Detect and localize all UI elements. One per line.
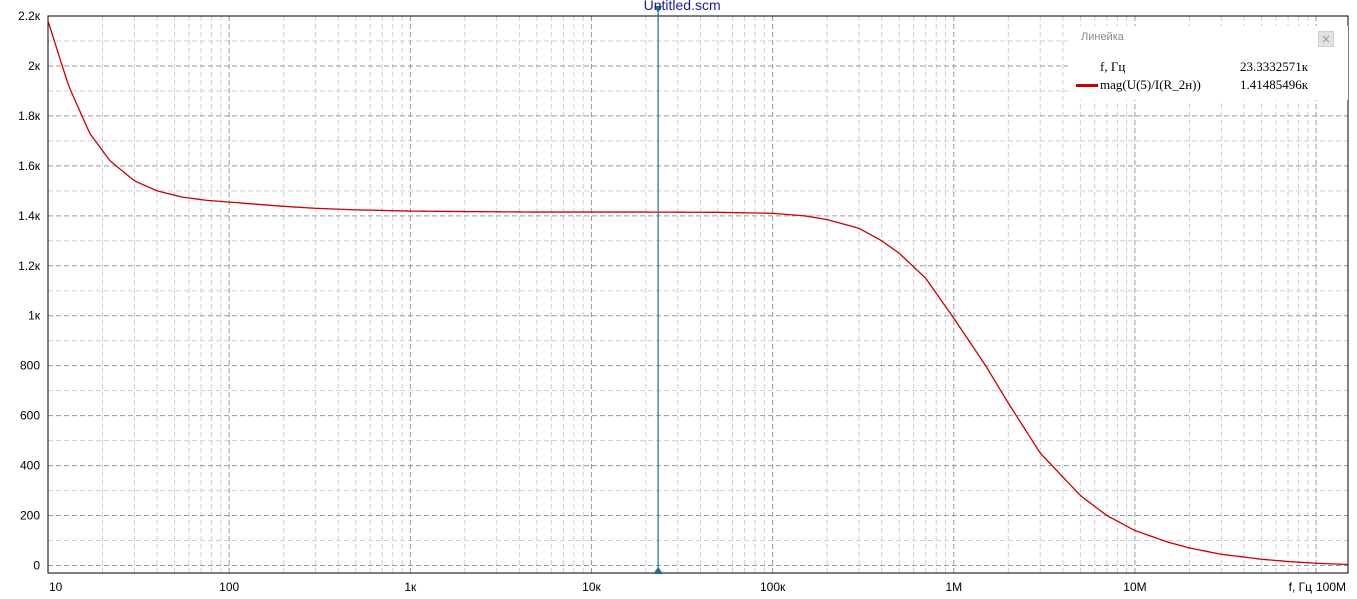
y-tick-label: 600: [20, 409, 40, 423]
y-tick-label: 1.4к: [18, 209, 41, 223]
x-tick-label: 1к: [404, 580, 417, 594]
x-tick-label: 100к: [760, 580, 786, 594]
series-group: [47, 20, 1349, 566]
x-tick-label: 1М: [945, 580, 962, 594]
x-tick-label: 10М: [1123, 580, 1146, 594]
y-tick-label: 1.2к: [18, 259, 41, 273]
y-tick-labels: 0 200 400 600 800 1к 1.2к 1.4к 1.6к 1.8к 2к 2.2к: [18, 9, 41, 573]
x-tick-label: 10к: [582, 580, 601, 594]
y-tick-label: 2.2к: [18, 9, 41, 23]
y-tick-label: 1.8к: [18, 109, 41, 123]
x-tick-labels: 10 100 1к 10к 100к 1М 10М 100Мf, Гц: [49, 580, 1346, 594]
ruler-row-series: mag(U(5)/I(R_2н)) 1.41485496к: [1068, 76, 1348, 94]
y-tick-label: 400: [20, 459, 40, 473]
y-tick-label: 0: [33, 559, 40, 573]
y-tick-label: 200: [20, 509, 40, 523]
ruler-row-name: f, Гц: [1100, 59, 1126, 74]
close-icon[interactable]: ×: [1318, 31, 1334, 47]
y-tick-label: 2к: [28, 59, 41, 73]
chart-title: Untitled.scm: [644, 0, 721, 13]
ruler-row-frequency: f, Гц 23.3332571к: [1068, 58, 1348, 76]
cursor-handle-bottom[interactable]: [653, 567, 664, 574]
cursor-group[interactable]: [653, 6, 664, 574]
ruler-row-value: 23.3332571к: [1240, 59, 1309, 74]
y-tick-label: 1к: [28, 309, 41, 323]
ruler-panel[interactable]: Линейка × f, Гц 23.3332571к mag(U(5)/I(R…: [1068, 26, 1348, 100]
x-tick-label: 100: [219, 580, 239, 594]
x-axis-label: f, Гц: [1289, 580, 1313, 594]
x-tick-label: 100М: [1316, 580, 1346, 594]
x-tick-label: 10: [49, 580, 63, 594]
series-line: [47, 20, 1349, 566]
ruler-panel-title: Линейка: [1081, 31, 1124, 43]
y-tick-label: 800: [20, 359, 40, 373]
ruler-row-value: 1.41485496к: [1240, 77, 1309, 92]
ruler-row-name: mag(U(5)/I(R_2н)): [1100, 77, 1201, 92]
legend-swatch: [1076, 84, 1098, 87]
y-tick-label: 1.6к: [18, 159, 41, 173]
